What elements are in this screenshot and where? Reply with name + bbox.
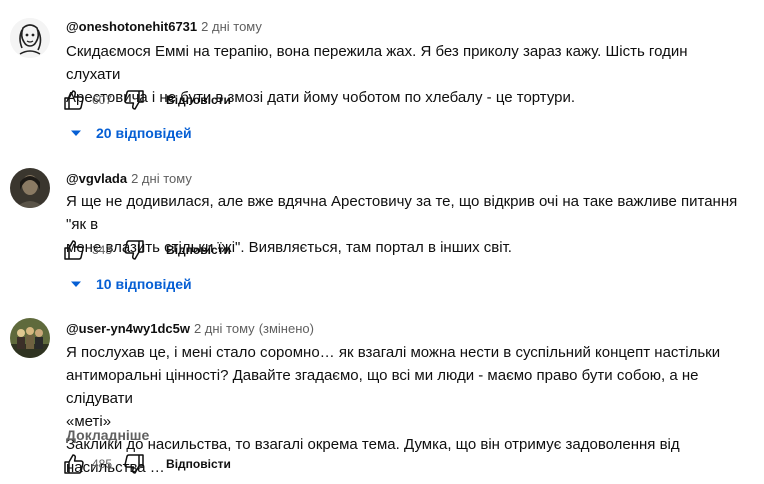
- edited-label: (змінено): [258, 321, 314, 336]
- comment-actions: 485 Відповісти: [62, 452, 231, 476]
- chevron-down-icon: [71, 130, 81, 136]
- like-count: 485: [92, 457, 113, 471]
- group-photo-icon: [10, 318, 50, 358]
- like-count: 343: [92, 243, 113, 257]
- author-name[interactable]: @oneshotonehit6731: [66, 19, 197, 34]
- reply-button[interactable]: Відповісти: [166, 93, 231, 107]
- chevron-down-icon: [71, 281, 81, 287]
- comment-header: @user-yn4wy1dc5w 2 дні тому (змінено): [66, 320, 314, 338]
- read-more-button[interactable]: Докладніше: [66, 427, 149, 443]
- photo-portrait-icon: [10, 168, 50, 208]
- sketch-portrait-icon: [10, 18, 50, 58]
- avatar[interactable]: [10, 318, 50, 358]
- dislike-icon[interactable]: [122, 452, 146, 476]
- comment-line: Скидаємося Еммі на терапію, вона пережил…: [66, 43, 688, 83]
- avatar[interactable]: [10, 168, 50, 208]
- reply-button[interactable]: Відповісти: [166, 243, 231, 257]
- reply-button[interactable]: Відповісти: [166, 457, 231, 471]
- like-icon[interactable]: [62, 452, 86, 476]
- like-count: 607: [92, 93, 113, 107]
- comment-line: «меті»: [66, 413, 112, 430]
- replies-count-label: 20 відповідей: [96, 125, 192, 141]
- comment-time[interactable]: 2 дні тому: [131, 171, 192, 186]
- comment-actions: 607 Відповісти: [62, 88, 231, 112]
- comment-header: @vgvlada 2 дні тому: [66, 170, 192, 188]
- like-icon[interactable]: [62, 238, 86, 262]
- view-replies-button[interactable]: 20 відповідей: [70, 125, 192, 141]
- author-name[interactable]: @user-yn4wy1dc5w: [66, 321, 190, 336]
- author-name[interactable]: @vgvlada: [66, 171, 127, 186]
- comment-line: Я ще не додивилася, але вже вдячна Арест…: [66, 193, 738, 233]
- view-replies-button[interactable]: 10 відповідей: [70, 276, 192, 292]
- avatar[interactable]: [10, 18, 50, 58]
- comment-actions: 343 Відповісти: [62, 238, 231, 262]
- comment-line: антиморальні цінності? Давайте згадаємо,…: [66, 367, 699, 407]
- comment-time[interactable]: 2 дні тому: [194, 321, 255, 336]
- dislike-icon[interactable]: [122, 238, 146, 262]
- dislike-icon[interactable]: [122, 88, 146, 112]
- like-icon[interactable]: [62, 88, 86, 112]
- comment-header: @oneshotonehit6731 2 дні тому: [66, 18, 262, 36]
- comment-line: Я послухав це, і мені стало соромно… як …: [66, 344, 721, 361]
- comment-time[interactable]: 2 дні тому: [201, 19, 262, 34]
- replies-count-label: 10 відповідей: [96, 276, 192, 292]
